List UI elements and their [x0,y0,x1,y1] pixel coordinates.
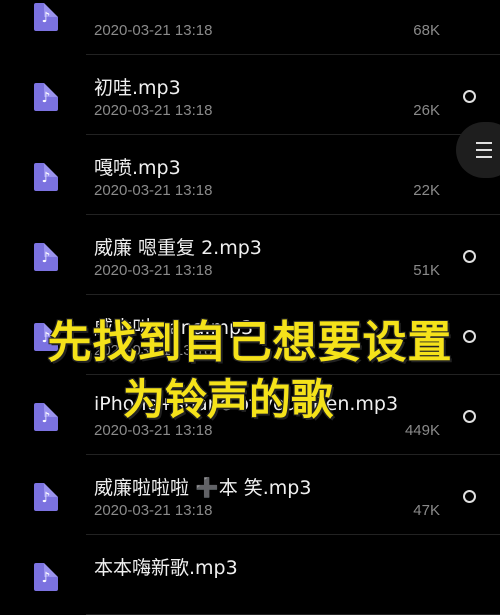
file-size: 51K [413,262,440,279]
file-date: 2020-03-21 13:18 [94,262,213,279]
file-date: 2020-03-21 13:18 [94,182,213,199]
file-row[interactable]: ♪ 2020-03-21 13:18 68K [0,0,500,55]
file-row[interactable]: ♪ 初哇.mp3 2020-03-21 13:18 26K [0,55,500,135]
file-row[interactable]: ♪ 嘎喷.mp3 2020-03-21 13:18 22K [0,135,500,215]
file-size: 47K [413,502,440,519]
overlay-caption-line2: 为铃声的歌 [122,375,333,424]
audio-file-icon: ♪ [34,563,58,591]
file-name: 初哇.mp3 [94,77,181,99]
file-row[interactable]: ♪ 威廉 嗯重复 2.mp3 2020-03-21 13:18 51K [0,215,500,295]
audio-file-icon: ♪ [34,83,58,111]
file-date: 2020-03-21 13:18 [94,22,213,39]
menu-icon [476,142,492,163]
file-name: 本本嗨新歌.mp3 [94,557,238,579]
select-radio[interactable] [463,490,476,503]
select-radio[interactable] [463,250,476,263]
select-radio[interactable] [463,90,476,103]
file-name: 嘎喷.mp3 [94,157,181,179]
file-size: 22K [413,182,440,199]
audio-file-icon: ♪ [34,243,58,271]
file-name: 威廉啦啦啦 ➕本 笑.mp3 [94,477,312,499]
file-size: 26K [413,102,440,119]
file-date: 2020-03-21 13:18 [94,102,213,119]
audio-file-icon: ♪ [34,3,58,31]
audio-file-icon: ♪ [34,163,58,191]
audio-file-icon: ♪ [34,483,58,511]
file-size: 68K [413,22,440,39]
file-date: 2020-03-21 13:18 [94,502,213,519]
overlay-caption-line1: 先找到自己想要设置 [47,317,453,368]
file-row[interactable]: ♪ 威廉啦啦啦 ➕本 笑.mp3 2020-03-21 13:18 47K [0,455,500,535]
file-name: 威廉 嗯重复 2.mp3 [94,237,262,259]
file-row[interactable]: ♪ 本本嗨新歌.mp3 [0,535,500,615]
